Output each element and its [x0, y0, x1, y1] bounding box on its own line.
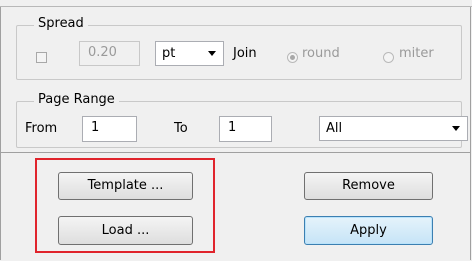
spread-value-input[interactable]: 0.20: [79, 41, 140, 66]
to-input[interactable]: 1: [219, 116, 272, 142]
join-miter-radio[interactable]: [383, 52, 394, 63]
from-label: From: [25, 121, 58, 136]
page-scope-select[interactable]: All: [319, 116, 468, 141]
top-edge: [0, 0, 472, 7]
join-miter-label: miter: [399, 46, 434, 61]
page-range-legend: Page Range: [34, 92, 119, 107]
spread-legend: Spread: [34, 16, 88, 31]
chevron-down-icon: [452, 126, 460, 131]
to-label: To: [174, 121, 188, 136]
template-button[interactable]: Template ...: [58, 172, 193, 200]
spread-unit-value: pt: [162, 46, 176, 61]
spread-checkbox[interactable]: [36, 52, 47, 63]
load-button[interactable]: Load ...: [58, 216, 193, 245]
join-round-label: round: [302, 46, 340, 61]
remove-button[interactable]: Remove: [304, 172, 433, 200]
join-round-radio[interactable]: [287, 52, 298, 63]
apply-button[interactable]: Apply: [304, 216, 433, 245]
from-input[interactable]: 1: [82, 116, 137, 142]
section-separator: [1, 152, 471, 153]
page-scope-value: All: [326, 121, 343, 136]
chevron-down-icon: [208, 51, 216, 56]
join-label: Join: [233, 46, 257, 61]
